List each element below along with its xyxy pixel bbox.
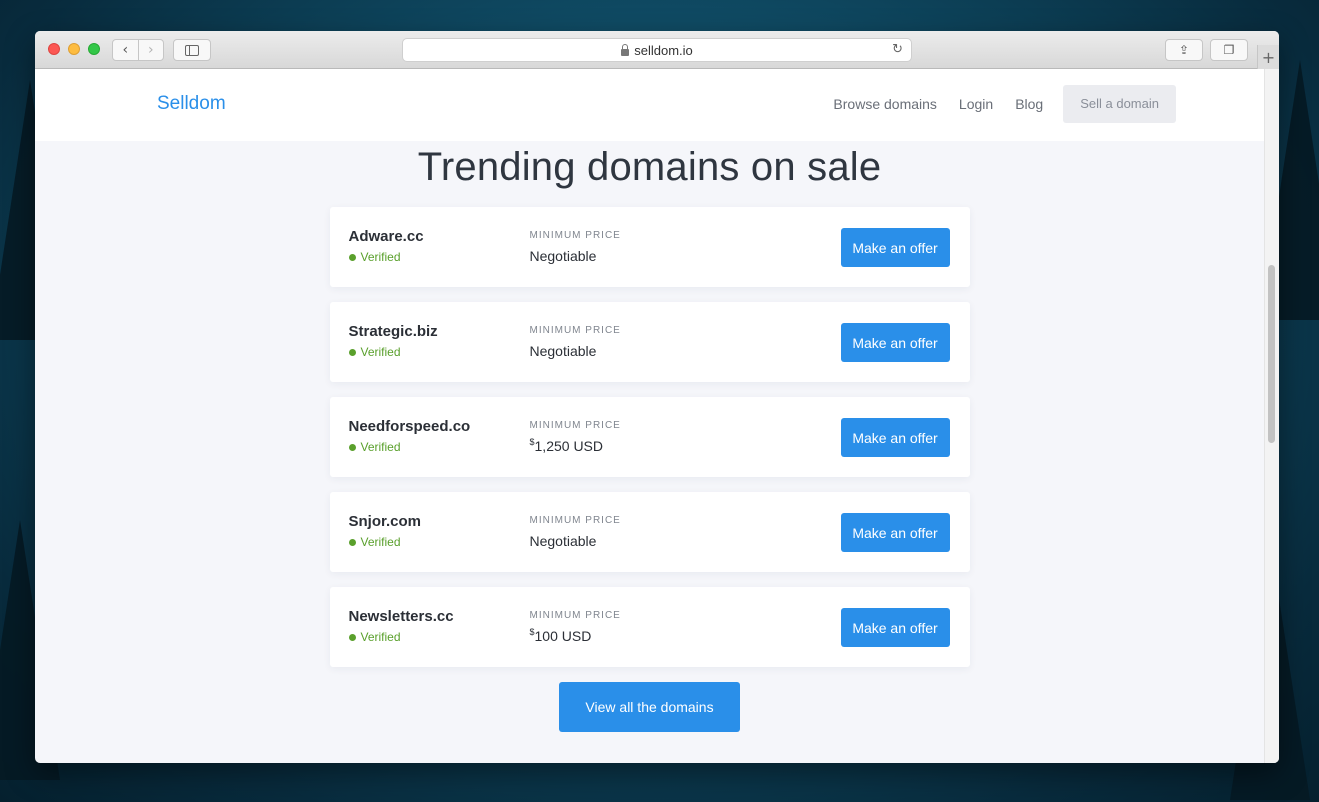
price-value: Negotiable (530, 343, 597, 359)
back-button[interactable]: ‹ (113, 40, 139, 60)
domain-name[interactable]: Strategic.biz (349, 323, 438, 340)
make-offer-button[interactable]: Make an offer (840, 513, 950, 552)
price-amount: Negotiable (529, 248, 597, 264)
currency-symbol: $ (529, 437, 535, 447)
price-amount: 1,250 USD (534, 438, 603, 454)
plus-icon: + (1261, 47, 1276, 67)
verified-badge: Verified (348, 535, 401, 549)
sell-domain-button[interactable]: Sell a domain (1063, 85, 1176, 123)
nav-login[interactable]: Login (959, 96, 993, 112)
forward-button[interactable]: › (139, 40, 164, 60)
status-dot-icon (348, 443, 356, 451)
domain-name[interactable]: Needforspeed.co (349, 418, 471, 435)
nav-browse-domains[interactable]: Browse domains (833, 96, 937, 112)
nav-blog[interactable]: Blog (1015, 96, 1043, 112)
page-title: Trending domains on sale (417, 145, 882, 189)
sidebar-toggle-button[interactable] (173, 39, 211, 61)
chevron-left-icon: ‹ (122, 42, 129, 58)
currency-symbol: $ (529, 627, 535, 637)
site-nav: Browse domains Login Blog Sell a domain (811, 85, 1176, 123)
share-button[interactable]: ⇪ (1165, 39, 1203, 61)
make-offer-button[interactable]: Make an offer (840, 608, 950, 647)
price-value: Negotiable (530, 533, 597, 549)
domain-card: Strategic.biz Verified MINIMUM PRICE Neg… (329, 302, 970, 382)
scrollbar-thumb[interactable] (1268, 265, 1275, 443)
view-all-domains-button[interactable]: View all the domains (559, 682, 740, 732)
make-offer-button[interactable]: Make an offer (840, 418, 950, 457)
url-text: selldom.io (634, 42, 693, 58)
domain-card: Needforspeed.co Verified MINIMUM PRICE $… (329, 397, 970, 477)
domain-name[interactable]: Newsletters.cc (349, 608, 454, 625)
reload-icon[interactable]: ↻ (892, 42, 903, 57)
verified-badge: Verified (348, 345, 401, 359)
status-dot-icon (348, 253, 356, 261)
domain-list: Adware.cc Verified MINIMUM PRICE Negotia… (329, 207, 970, 667)
history-nav: ‹ › (112, 39, 164, 61)
verified-badge: Verified (348, 440, 401, 454)
domain-name[interactable]: Adware.cc (349, 228, 424, 245)
close-window-button[interactable] (48, 43, 60, 55)
verified-label: Verified (360, 345, 401, 359)
make-offer-button[interactable]: Make an offer (840, 228, 950, 267)
verified-label: Verified (360, 250, 401, 264)
price-label: MINIMUM PRICE (529, 230, 621, 241)
verified-badge: Verified (348, 630, 401, 644)
price-label: MINIMUM PRICE (529, 420, 621, 431)
lock-icon (621, 43, 630, 56)
maximize-window-button[interactable] (88, 43, 100, 55)
vertical-scrollbar[interactable] (1264, 69, 1279, 763)
tabs-icon: ❐ (1223, 43, 1235, 57)
price-label: MINIMUM PRICE (529, 515, 621, 526)
domain-card: Newsletters.cc Verified MINIMUM PRICE $1… (329, 587, 970, 667)
address-bar[interactable]: selldom.io ↻ (402, 38, 912, 62)
page-viewport: Selldom Browse domains Login Blog Sell a… (35, 69, 1264, 763)
status-dot-icon (348, 538, 356, 546)
verified-label: Verified (360, 440, 401, 454)
verified-badge: Verified (348, 250, 401, 264)
price-amount: Negotiable (529, 343, 597, 359)
minimize-window-button[interactable] (68, 43, 80, 55)
make-offer-button[interactable]: Make an offer (840, 323, 950, 362)
browser-window: ‹ › selldom.io ↻ ⇪ ❐ + Selldom Browse do… (35, 31, 1279, 763)
status-dot-icon (348, 348, 356, 356)
domain-card: Snjor.com Verified MINIMUM PRICE Negotia… (329, 492, 970, 572)
price-value: Negotiable (530, 248, 597, 264)
price-amount: 100 USD (534, 628, 592, 644)
sidebar-icon (185, 44, 199, 56)
share-icon: ⇪ (1178, 43, 1190, 57)
price-value: $1,250 USD (529, 437, 604, 454)
browser-toolbar: ‹ › selldom.io ↻ ⇪ ❐ + (35, 31, 1279, 69)
site-header: Selldom Browse domains Login Blog Sell a… (35, 69, 1264, 141)
verified-label: Verified (360, 535, 401, 549)
site-logo[interactable]: Selldom (157, 93, 226, 115)
price-label: MINIMUM PRICE (529, 325, 621, 336)
price-value: $100 USD (529, 627, 592, 644)
new-tab-button[interactable]: + (1257, 45, 1279, 69)
price-amount: Negotiable (529, 533, 597, 549)
show-tabs-button[interactable]: ❐ (1210, 39, 1248, 61)
domain-card: Adware.cc Verified MINIMUM PRICE Negotia… (329, 207, 970, 287)
chevron-right-icon: › (147, 42, 154, 58)
domain-name[interactable]: Snjor.com (349, 513, 422, 530)
price-label: MINIMUM PRICE (529, 610, 621, 621)
verified-label: Verified (360, 630, 401, 644)
status-dot-icon (348, 633, 356, 641)
